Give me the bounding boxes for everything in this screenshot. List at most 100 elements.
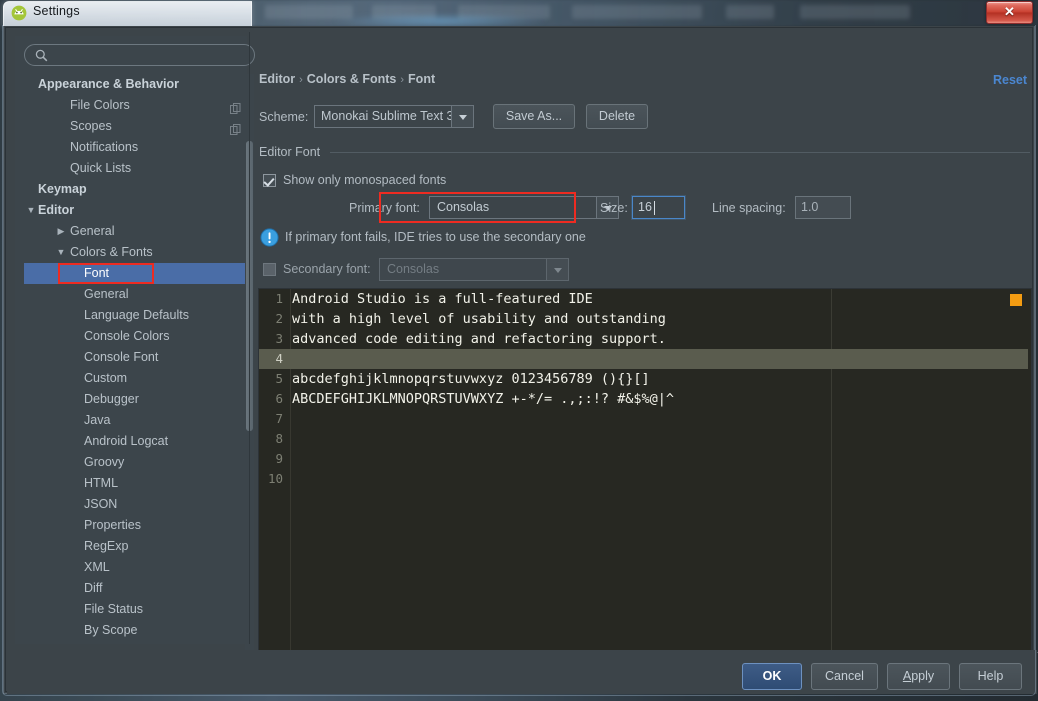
- sidebar-item-quick-lists[interactable]: Quick Lists: [24, 158, 249, 179]
- show-monospaced-label: Show only monospaced fonts: [283, 173, 446, 187]
- sidebar-item-console-colors[interactable]: Console Colors: [24, 326, 249, 347]
- sidebar-item-json[interactable]: JSON: [24, 494, 249, 515]
- close-button[interactable]: ✕: [986, 1, 1033, 24]
- font-size-label: Size:: [600, 201, 628, 215]
- sidebar-item-label: Keymap: [38, 179, 87, 200]
- sidebar-item-font[interactable]: Font: [24, 263, 249, 284]
- sidebar-item-java[interactable]: Java: [24, 410, 249, 431]
- editor-font-group-label: Editor Font: [259, 145, 326, 159]
- sidebar-item-notifications[interactable]: Notifications: [24, 137, 249, 158]
- sidebar-item-keymap[interactable]: Keymap: [24, 179, 249, 200]
- info-icon: [260, 228, 279, 247]
- preview-line[interactable]: 9: [259, 449, 1031, 469]
- sidebar-item-properties[interactable]: Properties: [24, 515, 249, 536]
- settings-detail-pane: Editor›Colors & Fonts›Font Reset Scheme:…: [252, 32, 1036, 644]
- sidebar-item-language-defaults[interactable]: Language Defaults: [24, 305, 249, 326]
- sidebar-item-label: File Colors: [70, 95, 130, 116]
- font-size-input[interactable]: 16: [632, 196, 685, 219]
- sidebar-item-label: Quick Lists: [70, 158, 131, 179]
- preview-scrollbar[interactable]: [1028, 289, 1031, 657]
- twisty-expanded-icon[interactable]: ▼: [26, 200, 36, 221]
- preview-line[interactable]: 7: [259, 409, 1031, 429]
- sidebar-item-debugger[interactable]: Debugger: [24, 389, 249, 410]
- twisty-collapsed-icon[interactable]: ▶: [56, 221, 66, 242]
- delete-button[interactable]: Delete: [586, 104, 648, 129]
- sidebar-item-label: Scopes: [70, 116, 112, 137]
- ok-button[interactable]: OK: [742, 663, 802, 690]
- line-text: ABCDEFGHIJKLMNOPQRSTUVWXYZ +-*/= .,;:!? …: [292, 389, 674, 409]
- copy-icon[interactable]: [230, 100, 241, 111]
- line-number: 3: [259, 329, 283, 349]
- line-text: advanced code editing and refactoring su…: [292, 329, 666, 349]
- font-preview-editor[interactable]: 1Android Studio is a full-featured IDE2w…: [258, 288, 1032, 657]
- sidebar-item-groovy[interactable]: Groovy: [24, 452, 249, 473]
- line-number: 7: [259, 409, 283, 429]
- sidebar-item-label: HTML: [84, 473, 118, 494]
- preview-line[interactable]: 5abcdefghijklmnopqrstuvwxyz 0123456789 (…: [259, 369, 1031, 389]
- sidebar-item-xml[interactable]: XML: [24, 557, 249, 578]
- settings-sidebar: Appearance & BehaviorFile ColorsScopesNo…: [15, 36, 247, 644]
- save-as-button[interactable]: Save As...: [493, 104, 575, 129]
- sidebar-item-label: XML: [84, 557, 110, 578]
- help-button[interactable]: Help: [959, 663, 1022, 690]
- preview-line[interactable]: 8: [259, 429, 1031, 449]
- search-box[interactable]: [24, 44, 255, 66]
- sidebar-item-label: General: [70, 221, 114, 242]
- line-spacing-input[interactable]: 1.0: [795, 196, 851, 219]
- sidebar-item-android-logcat[interactable]: Android Logcat: [24, 431, 249, 452]
- sidebar-item-general[interactable]: ▶General: [24, 221, 249, 242]
- sidebar-item-diff[interactable]: Diff: [24, 578, 249, 599]
- breadcrumb-part[interactable]: Font: [408, 72, 435, 86]
- line-number: 9: [259, 449, 283, 469]
- settings-window: Settings ✕ Appearance & BehaviorFile Col…: [0, 0, 1038, 701]
- sidebar-item-label: RegExp: [84, 536, 128, 557]
- scheme-dropdown[interactable]: Monokai Sublime Text 3: [314, 105, 474, 128]
- preview-line[interactable]: 1Android Studio is a full-featured IDE: [259, 289, 1031, 309]
- apply-button[interactable]: Apply: [887, 663, 950, 690]
- error-stripe-marker[interactable]: [1010, 294, 1022, 306]
- sidebar-item-file-status[interactable]: File Status: [24, 599, 249, 620]
- sidebar-item-regexp[interactable]: RegExp: [24, 536, 249, 557]
- secondary-font-hint: If primary font fails, IDE tries to use …: [285, 230, 586, 244]
- close-icon: ✕: [987, 4, 1032, 20]
- sidebar-item-colors-fonts[interactable]: ▼Colors & Fonts: [24, 242, 249, 263]
- sidebar-item-label: Colors & Fonts: [70, 242, 153, 263]
- line-number: 6: [259, 389, 283, 409]
- sidebar-item-label: Android Logcat: [84, 431, 168, 452]
- preview-line[interactable]: 2with a high level of usability and outs…: [259, 309, 1031, 329]
- line-number: 5: [259, 369, 283, 389]
- preview-line[interactable]: 4: [259, 349, 1031, 369]
- sidebar-item-console-font[interactable]: Console Font: [24, 347, 249, 368]
- scheme-chevron-down-icon[interactable]: [451, 106, 473, 127]
- preview-line[interactable]: 3 advanced code editing and refactoring s…: [259, 329, 1031, 349]
- apply-mnemonic: A: [903, 669, 911, 683]
- sidebar-item-editor[interactable]: ▼Editor: [24, 200, 249, 221]
- sidebar-item-by-scope[interactable]: By Scope: [24, 620, 249, 641]
- dialog-inner: Appearance & BehaviorFile ColorsScopesNo…: [5, 27, 1033, 692]
- sidebar-item-label: Debugger: [84, 389, 139, 410]
- line-number: 8: [259, 429, 283, 449]
- sidebar-item-label: Groovy: [84, 452, 124, 473]
- primary-font-dropdown[interactable]: Consolas: [429, 196, 619, 219]
- search-input[interactable]: [53, 47, 249, 66]
- preview-code-area[interactable]: 1Android Studio is a full-featured IDE2w…: [259, 289, 1031, 656]
- settings-tree[interactable]: Appearance & BehaviorFile ColorsScopesNo…: [24, 74, 249, 669]
- primary-font-value: Consolas: [437, 200, 489, 214]
- sidebar-item-general[interactable]: General: [24, 284, 249, 305]
- breadcrumb-part[interactable]: Colors & Fonts: [307, 72, 397, 86]
- preview-line[interactable]: 10: [259, 469, 1031, 489]
- sidebar-item-html[interactable]: HTML: [24, 473, 249, 494]
- secondary-font-checkbox[interactable]: [263, 263, 276, 276]
- cancel-button[interactable]: Cancel: [811, 663, 878, 690]
- show-monospaced-checkbox[interactable]: [263, 174, 276, 187]
- reset-link[interactable]: Reset: [993, 73, 1027, 87]
- sidebar-item-appearance-behavior[interactable]: Appearance & Behavior: [24, 74, 249, 95]
- copy-icon[interactable]: [230, 121, 241, 132]
- settings-dialog: Appearance & BehaviorFile ColorsScopesNo…: [3, 26, 1035, 694]
- preview-line[interactable]: 6 ABCDEFGHIJKLMNOPQRSTUVWXYZ +-*/= .,;:!?…: [259, 389, 1031, 409]
- sidebar-item-custom[interactable]: Custom: [24, 368, 249, 389]
- breadcrumb-part[interactable]: Editor: [259, 72, 295, 86]
- sidebar-item-file-colors[interactable]: File Colors: [24, 95, 249, 116]
- twisty-expanded-icon[interactable]: ▼: [56, 242, 66, 263]
- sidebar-item-scopes[interactable]: Scopes: [24, 116, 249, 137]
